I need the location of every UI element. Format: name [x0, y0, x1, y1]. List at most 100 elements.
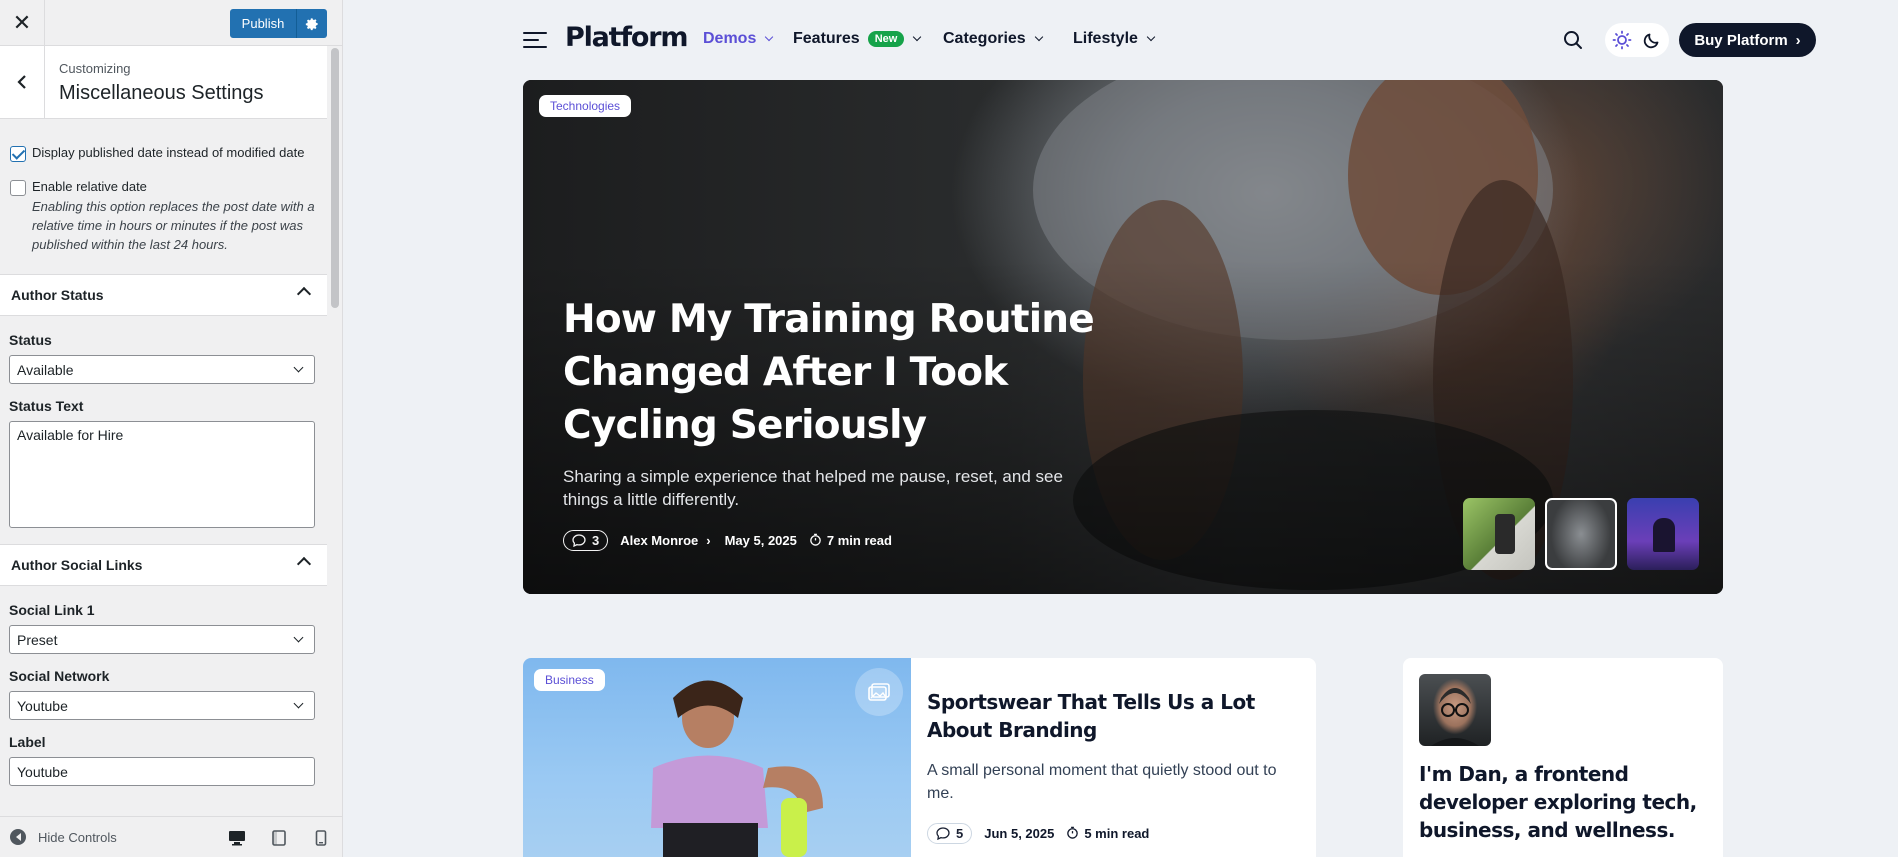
option-label: Display published date instead of modifi…: [32, 145, 305, 160]
collapse-icon: [10, 829, 26, 845]
comment-icon: [572, 534, 586, 547]
relative-date-checkbox[interactable]: [10, 180, 26, 196]
comment-count[interactable]: 5: [927, 823, 973, 844]
new-badge: New: [867, 31, 905, 47]
chevron-down-icon: [913, 32, 922, 42]
panel-title: Miscellaneous Settings: [59, 82, 264, 104]
published-date-checkbox[interactable]: [10, 146, 26, 162]
option-description: Enabling this option replaces the post d…: [32, 199, 315, 252]
about-text: I'm Dan, a frontend developer exploring …: [1419, 762, 1697, 842]
timer-icon: [1066, 826, 1079, 842]
section-author-status[interactable]: Author Status: [0, 274, 327, 316]
option-relative-date: Enable relative date Enabling this optio…: [0, 177, 327, 254]
hide-controls-label: Hide Controls: [38, 829, 117, 845]
chevron-down-icon: [293, 698, 304, 709]
social-link-label: Social Link 1: [9, 602, 95, 618]
chevron-up-icon: [296, 286, 312, 302]
sun-icon: [1612, 30, 1632, 55]
section-title: Author Status: [11, 287, 104, 303]
social-link-select[interactable]: Preset: [9, 625, 315, 654]
customizer-sidebar: ✕ Publish Customizing Miscellaneous Sett…: [0, 0, 343, 857]
social-network-select[interactable]: Youtube: [9, 691, 315, 720]
close-icon[interactable]: ✕: [0, 0, 45, 46]
chevron-right-icon: ›: [706, 533, 711, 548]
site-preview: Platform Demos Features New Categories L…: [343, 0, 1898, 857]
hero-post[interactable]: Technologies How My Training Routine Cha…: [523, 80, 1723, 594]
chevron-down-icon: [765, 32, 774, 42]
panel-header: Customizing Miscellaneous Settings: [0, 46, 327, 119]
hero-excerpt: Sharing a simple experience that helped …: [563, 467, 1063, 509]
search-icon[interactable]: [1563, 30, 1583, 55]
status-text-label: Status Text: [9, 398, 84, 414]
tablet-preview-icon[interactable]: [268, 828, 290, 848]
social-network-label: Social Network: [9, 668, 110, 684]
menu-icon[interactable]: [523, 31, 547, 48]
thumbnail-1[interactable]: [1463, 498, 1535, 570]
status-text-field[interactable]: Available for Hire: [9, 421, 315, 528]
chevron-down-icon: [1146, 32, 1156, 42]
nav-item-label: Categories: [943, 30, 1026, 47]
mobile-preview-icon[interactable]: [310, 828, 332, 848]
site-logo[interactable]: Platform: [565, 22, 689, 53]
status-select-value: Available: [17, 361, 74, 378]
chevron-right-icon: ›: [1795, 31, 1801, 49]
publish-button[interactable]: Publish: [230, 9, 296, 38]
status-select[interactable]: Available: [9, 355, 315, 384]
nav-item-lifestyle[interactable]: Lifestyle: [1073, 30, 1156, 48]
buy-label: Buy Platform: [1694, 31, 1788, 49]
social-network-select-value: Youtube: [17, 697, 68, 714]
post-date: Jun 5, 2025: [984, 826, 1055, 841]
thumbnail-3[interactable]: [1627, 498, 1699, 570]
thumbnail-2-active[interactable]: [1545, 498, 1617, 570]
hide-controls-button[interactable]: Hide Controls: [10, 829, 117, 845]
customizer-scrollbar[interactable]: [328, 46, 342, 816]
label-input[interactable]: Youtube: [9, 757, 315, 786]
comment-count[interactable]: 3: [563, 530, 609, 551]
post-date: May 5, 2025: [724, 533, 797, 548]
chevron-down-icon: [293, 362, 304, 373]
moon-icon: [1642, 30, 1662, 55]
timer-icon: [809, 533, 822, 549]
gear-icon[interactable]: [296, 9, 327, 38]
comment-count-value: 5: [956, 826, 964, 841]
author-name[interactable]: Alex Monroe: [620, 533, 698, 548]
nav-item-demos[interactable]: Demos: [703, 30, 774, 48]
comment-icon: [936, 827, 950, 840]
theme-toggle[interactable]: [1605, 23, 1669, 57]
category-tag[interactable]: Business: [534, 669, 605, 691]
buy-platform-button[interactable]: Buy Platform ›: [1679, 23, 1816, 57]
post-card-image: Business: [523, 658, 911, 857]
status-label: Status: [9, 332, 52, 348]
avatar: [1419, 674, 1491, 746]
chevron-down-icon: [293, 632, 304, 643]
option-label: Enable relative date: [32, 179, 147, 194]
desktop-preview-icon[interactable]: [226, 828, 248, 848]
nav-item-label: Demos: [703, 30, 757, 47]
gallery-icon: [855, 668, 903, 716]
post-card-excerpt: A small personal moment that quietly sto…: [927, 762, 1277, 802]
breadcrumb: Customizing: [59, 61, 131, 76]
customizer-header-actions: ✕ Publish: [0, 0, 342, 46]
chevron-down-icon: [1034, 32, 1043, 42]
site-header: Platform Demos Features New Categories L…: [523, 20, 1816, 60]
social-link-select-value: Preset: [17, 631, 58, 648]
post-card-meta: 5 Jun 5, 2025 5 min read: [927, 823, 1149, 844]
read-time: 7 min read: [826, 533, 892, 548]
hero-title[interactable]: How My Training Routine Changed After I …: [563, 293, 1143, 452]
nav-item-features[interactable]: Features New: [793, 30, 922, 48]
scrollbar-thumb[interactable]: [331, 48, 339, 308]
post-card[interactable]: Business Sportswear That Tells Us a Lot …: [523, 658, 1316, 857]
customizer-controls: Customizing Miscellaneous Settings Displ…: [0, 46, 327, 816]
chevron-up-icon: [296, 556, 312, 572]
option-published-date: Display published date instead of modifi…: [0, 143, 327, 163]
label-field-label: Label: [9, 734, 46, 750]
section-title: Author Social Links: [11, 557, 143, 573]
hero-meta: 3 Alex Monroe › May 5, 2025 7 min read: [563, 530, 892, 551]
read-time: 5 min read: [1084, 826, 1150, 841]
about-widget: I'm Dan, a frontend developer exploring …: [1403, 658, 1723, 857]
category-tag[interactable]: Technologies: [539, 95, 632, 117]
nav-item-categories[interactable]: Categories: [943, 30, 1043, 48]
section-author-social-links[interactable]: Author Social Links: [0, 544, 327, 586]
post-card-title[interactable]: Sportswear That Tells Us a Lot About Bra…: [927, 688, 1297, 744]
back-icon[interactable]: [0, 46, 45, 118]
